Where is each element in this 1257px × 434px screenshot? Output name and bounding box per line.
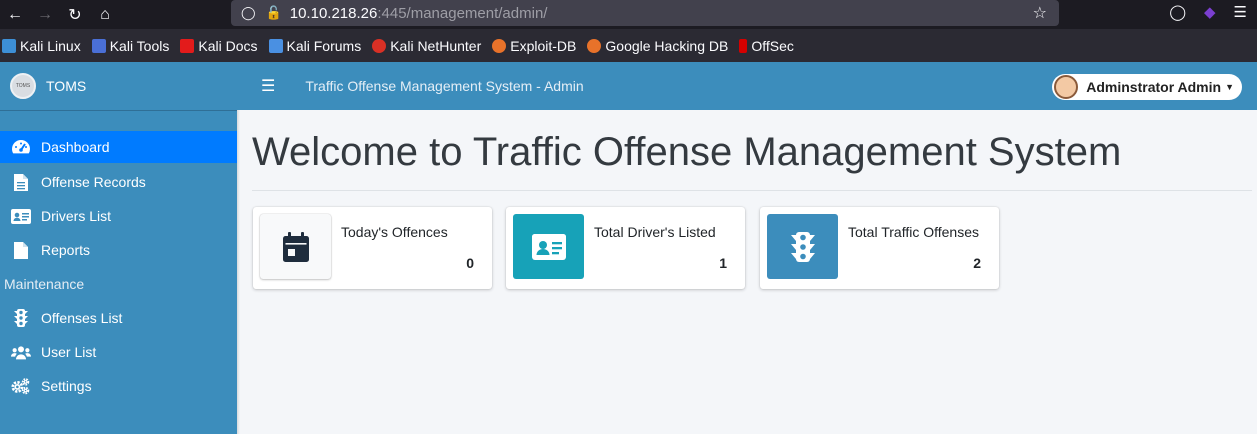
- main-content: Welcome to Traffic Offense Management Sy…: [237, 110, 1257, 434]
- info-box-value: 2: [973, 255, 981, 271]
- cogs-icon: [11, 377, 31, 395]
- sidebar-item-offenses-list[interactable]: Offenses List: [0, 301, 237, 335]
- bookmark-kali-linux[interactable]: Kali Linux: [2, 38, 81, 54]
- sidebar-item-label: Dashboard: [41, 139, 110, 155]
- forward-icon[interactable]: →: [30, 3, 60, 27]
- sidebar-item-label: Offenses List: [41, 310, 123, 326]
- address-bar[interactable]: ◯ 🔓 10.10.218.26:445/management/admin/ ☆: [231, 0, 1059, 26]
- navbar-title[interactable]: Traffic Offense Management System - Admi…: [305, 78, 583, 94]
- url-path: :445/management/admin/: [377, 4, 548, 22]
- tachometer-icon: [11, 138, 31, 156]
- traffic-light-icon: [767, 214, 838, 279]
- sidebar-item-settings[interactable]: Settings: [0, 369, 237, 403]
- maintenance-header: Maintenance: [4, 276, 85, 292]
- sidebar-item-drivers-list[interactable]: Drivers List: [0, 199, 237, 233]
- brand-name: TOMS: [46, 78, 87, 94]
- info-box-value: 1: [719, 255, 727, 271]
- bookmark-kali-forums[interactable]: Kali Forums: [268, 38, 361, 54]
- sidebar-item-label: Settings: [41, 378, 92, 394]
- bookmark-offsec[interactable]: OffSec: [739, 38, 794, 54]
- users-icon: [11, 343, 31, 361]
- bookmark-kali-docs[interactable]: Kali Docs: [180, 38, 258, 54]
- calendar-icon: [260, 214, 331, 279]
- url-host: 10.10.218.26: [289, 4, 378, 22]
- file-icon: [11, 173, 31, 191]
- id-card-icon: [513, 214, 584, 279]
- traffic-light-icon: [11, 309, 31, 327]
- sidebar-menu: Dashboard Offense Records Drivers List R…: [0, 131, 237, 403]
- sidebar-item-label: Drivers List: [41, 208, 112, 224]
- divider: [252, 190, 1252, 191]
- user-dropdown[interactable]: Adminstrator Admin ▼: [1052, 74, 1242, 100]
- exploit-db-icon: [492, 38, 507, 53]
- sidebar-item-label: Reports: [41, 242, 91, 258]
- info-box-label: Total Driver's Listed: [594, 224, 716, 240]
- kali-docs-icon: [180, 38, 195, 53]
- sidebar-item-reports[interactable]: Reports: [0, 233, 237, 267]
- bookmarks-bar: Kali Linux Kali Tools Kali Docs Kali For…: [0, 29, 1257, 62]
- info-box-label: Today's Offences: [341, 224, 448, 240]
- home-icon[interactable]: ⌂: [90, 3, 120, 27]
- browser-toolbar: ← → ↻ ⌂ ◯ 🔓 10.10.218.26:445/management/…: [0, 0, 1257, 29]
- sidebar-item-label: User List: [41, 344, 97, 360]
- kali-icon: [2, 38, 16, 53]
- kali-tools-icon: [91, 38, 106, 53]
- pocket-icon[interactable]: ◯: [1169, 3, 1186, 21]
- extension-icon[interactable]: ◆: [1204, 3, 1216, 21]
- file-icon: [11, 241, 31, 259]
- page-title: Welcome to Traffic Offense Management Sy…: [252, 130, 1122, 174]
- info-box-total-traffic-offenses: Total Traffic Offenses 2: [760, 207, 999, 289]
- info-box-value: 0: [466, 255, 474, 271]
- sidebar-item-dashboard[interactable]: Dashboard: [0, 131, 237, 163]
- sidebar-item-offense-records[interactable]: Offense Records: [0, 165, 237, 199]
- info-box-todays-offences: Today's Offences 0: [253, 207, 492, 289]
- hamburger-icon[interactable]: ☰: [261, 76, 275, 96]
- avatar: [1054, 75, 1079, 99]
- lock-icon: 🔓: [265, 5, 282, 20]
- caret-down-icon: ▼: [1225, 82, 1234, 92]
- bookmark-kali-nethunter[interactable]: Kali NetHunter: [372, 38, 481, 54]
- info-box-total-drivers: Total Driver's Listed 1: [506, 207, 745, 289]
- brand-logo: TOMS: [10, 73, 36, 99]
- brand-link[interactable]: TOMS TOMS: [0, 62, 237, 111]
- nethunter-icon: [372, 38, 387, 53]
- info-box-label: Total Traffic Offenses: [848, 224, 979, 240]
- back-icon[interactable]: ←: [0, 3, 30, 27]
- kali-forums-icon: [268, 38, 283, 53]
- reload-icon[interactable]: ↻: [60, 3, 90, 27]
- bookmark-google-hacking-db[interactable]: Google Hacking DB: [587, 38, 728, 54]
- id-card-icon: [11, 207, 31, 225]
- top-navbar: ☰ Traffic Offense Management System - Ad…: [237, 62, 1257, 110]
- sidebar-item-user-list[interactable]: User List: [0, 335, 237, 369]
- shield-icon: ◯: [241, 5, 256, 20]
- user-name: Adminstrator Admin: [1086, 79, 1222, 95]
- offsec-icon: [739, 38, 748, 53]
- sidebar-item-label: Offense Records: [41, 174, 146, 190]
- bookmark-exploit-db[interactable]: Exploit-DB: [492, 38, 576, 54]
- bookmark-star-icon[interactable]: ☆: [1033, 3, 1047, 23]
- bookmark-kali-tools[interactable]: Kali Tools: [91, 38, 169, 54]
- menu-icon[interactable]: ☰: [1234, 3, 1247, 21]
- sidebar: TOMS TOMS Dashboard Offense Records Driv…: [0, 62, 237, 434]
- ghdb-icon: [587, 38, 602, 53]
